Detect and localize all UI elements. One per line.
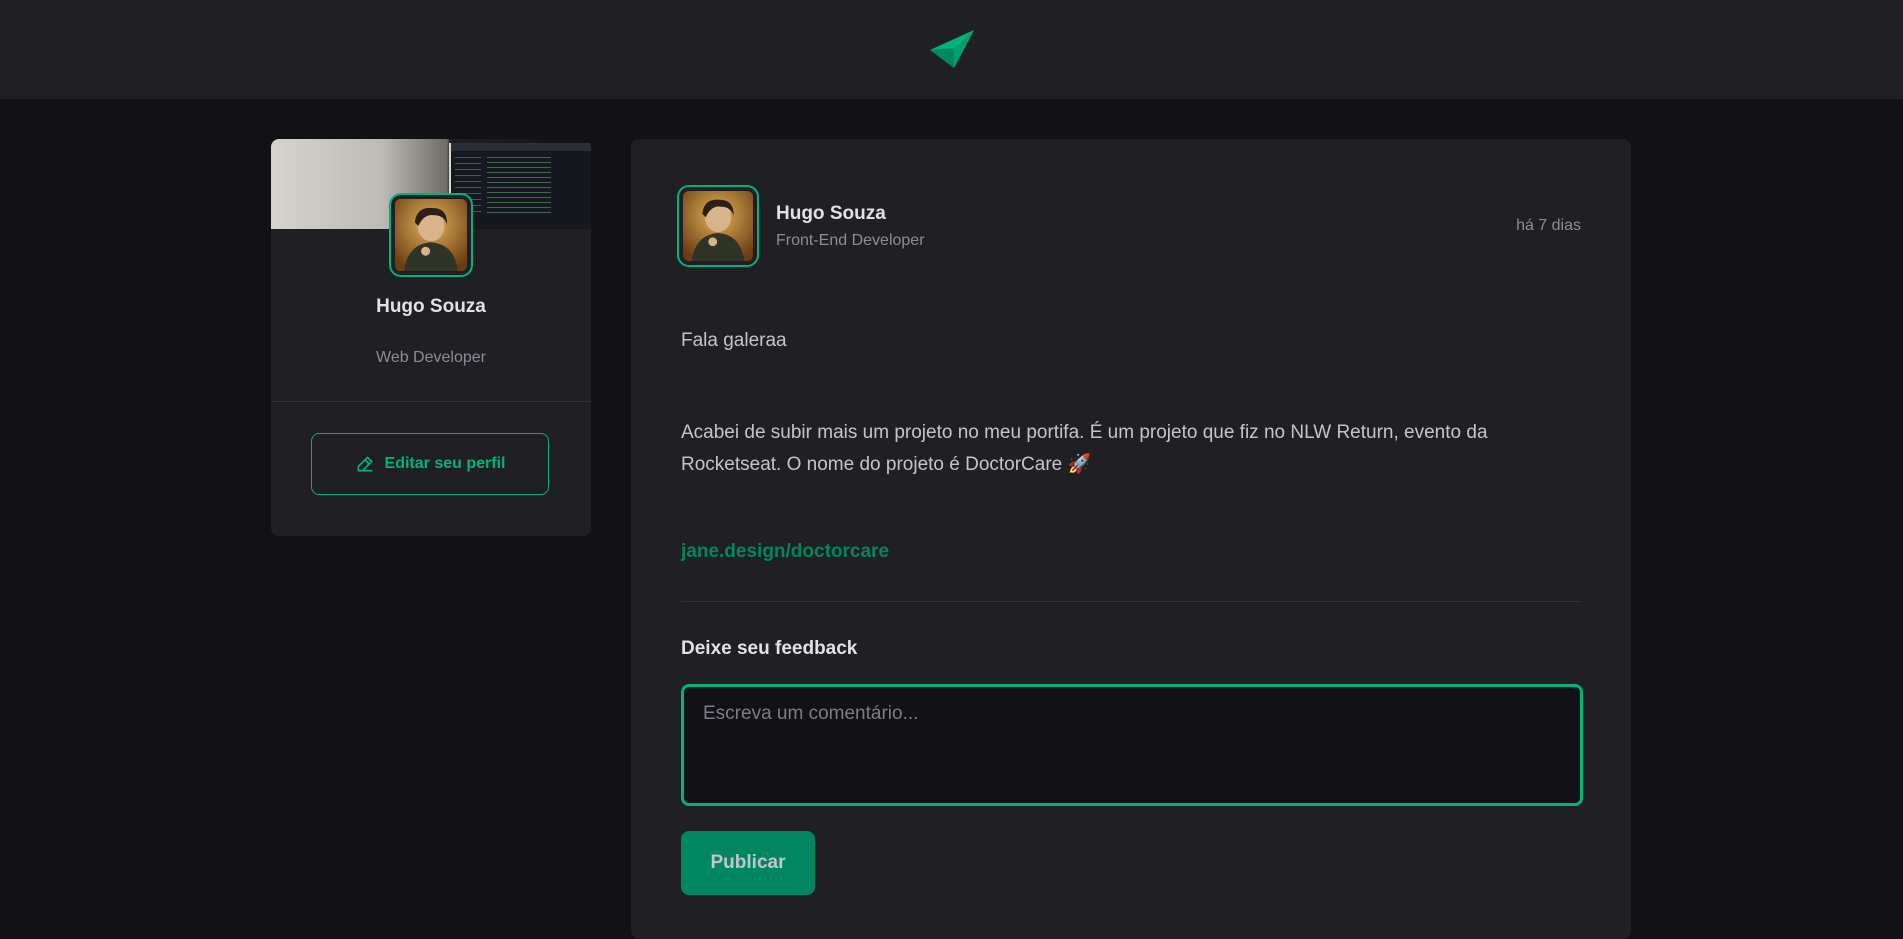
post-author-avatar[interactable] (677, 185, 759, 267)
feedback-title: Deixe seu feedback (681, 638, 858, 659)
post-author-name: Hugo Souza (776, 203, 886, 224)
edit-profile-button[interactable]: Editar seu perfil (311, 433, 549, 495)
profile-role: Web Developer (376, 349, 486, 366)
profile-sidebar: Hugo Souza Web Developer Editar seu perf… (271, 139, 591, 536)
profile-avatar[interactable] (389, 193, 473, 277)
post-divider (681, 601, 1581, 602)
sidebar-divider (271, 401, 591, 402)
app-header (0, 0, 1903, 99)
post-paragraph: Fala galeraa (681, 330, 787, 351)
comment-input[interactable] (681, 684, 1583, 806)
post-card: Hugo Souza Front-End Developer há 7 dias… (631, 139, 1631, 939)
pencil-icon (357, 456, 373, 472)
edit-profile-label: Editar seu perfil (384, 455, 506, 472)
ignite-feed-logo-icon[interactable] (929, 29, 974, 70)
post-link[interactable]: jane.design/doctorcare (681, 541, 889, 563)
publish-button[interactable]: Publicar (681, 831, 815, 895)
profile-name: Hugo Souza (376, 296, 486, 317)
post-paragraph: Acabei de subir mais um projeto no meu p… (681, 422, 1488, 475)
post-author-role: Front-End Developer (776, 232, 925, 249)
post-timestamp: há 7 dias (1516, 217, 1581, 234)
